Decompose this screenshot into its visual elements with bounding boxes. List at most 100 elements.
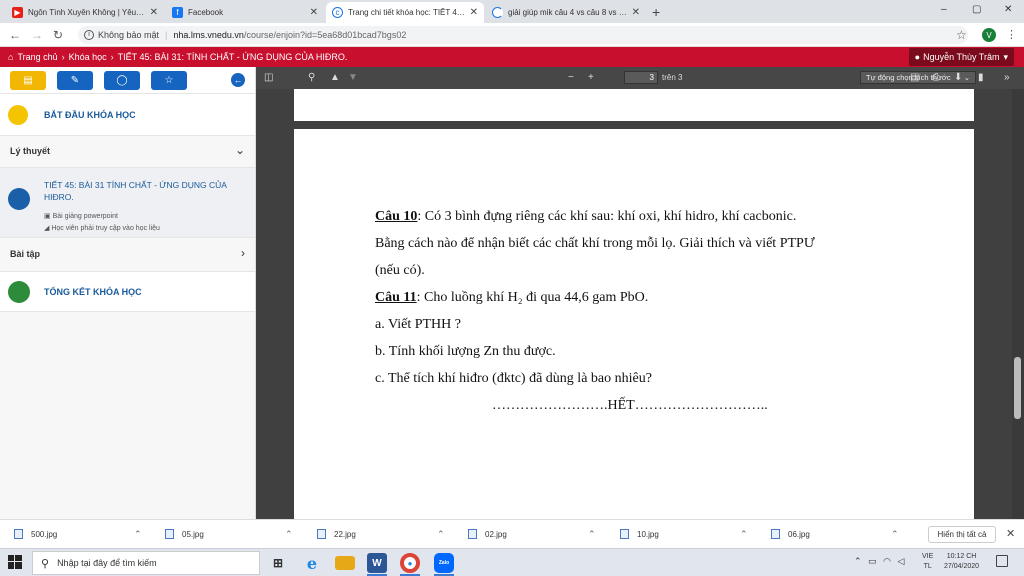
chevron-up-icon[interactable]: ⌃ — [891, 529, 899, 540]
search-icon[interactable]: ⚲ — [308, 72, 315, 83]
download-item[interactable]: 500.jpg — [14, 529, 57, 539]
attachment-button[interactable]: ✎ — [57, 70, 93, 90]
close-window-button[interactable]: ✕ — [1004, 4, 1012, 15]
windows-start-icon[interactable] — [8, 555, 22, 569]
comments-button[interactable]: ◯ — [104, 70, 140, 90]
download-item[interactable]: 02.jpg — [468, 529, 507, 539]
section-exercises[interactable]: Bài tập › — [0, 238, 255, 272]
menu-icon[interactable]: ⋮ — [1006, 28, 1017, 41]
tab-question[interactable]: giải giúp mik câu 4 vs câu 8 vs câu ✕ — [486, 2, 646, 23]
bookmark-icon[interactable]: ▮ — [978, 72, 984, 83]
new-tab-button[interactable]: + — [652, 4, 660, 20]
chevron-up-icon[interactable]: ⌃ — [854, 556, 862, 566]
chevron-up-icon[interactable]: ⌃ — [740, 529, 748, 540]
question-text: : Cho luồng khí H₂ đi qua 44,6 gam PbO. — [416, 290, 649, 305]
zalo-icon[interactable]: Zalo — [434, 553, 454, 573]
battery-icon[interactable]: ▭ — [868, 556, 877, 566]
system-tray[interactable]: ⌃ ▭ ◠ ◁ — [854, 556, 904, 567]
close-icon[interactable]: ✕ — [632, 7, 640, 18]
download-filename: 05.jpg — [182, 529, 204, 539]
forward-arrow-icon[interactable]: → — [31, 28, 43, 42]
word-icon[interactable]: W — [367, 553, 387, 573]
question-11-part-c: c. Thể tích khí hiđro (đktc) đã dùng là … — [375, 371, 652, 386]
download-filename: 10.jpg — [637, 529, 659, 539]
back-arrow-icon[interactable]: ← — [9, 28, 21, 42]
pdf-scrollbar[interactable] — [1012, 89, 1024, 519]
tab-facebook[interactable]: f Facebook ✕ — [166, 2, 324, 23]
chevron-up-icon[interactable]: ⌃ — [285, 529, 293, 540]
book-icon: ▤ — [23, 74, 33, 86]
section-theory[interactable]: Lý thuyết ⌄ — [0, 136, 255, 168]
more-tools-icon[interactable]: » — [1004, 72, 1010, 83]
question-label: Câu 10 — [375, 209, 418, 224]
clock[interactable]: 10:12 CH 27/04/2020 — [944, 552, 979, 572]
star-icon[interactable]: ☆ — [956, 28, 967, 42]
maximize-button[interactable]: ▢ — [972, 4, 981, 15]
close-icon[interactable]: ✕ — [310, 7, 318, 18]
volume-icon[interactable]: ◁ — [897, 556, 904, 566]
close-icon[interactable]: ✕ — [150, 7, 158, 18]
vnedu-icon: c — [332, 7, 343, 18]
address-bar: ← → ↻ i Không bảo mật | nha.lms.vnedu.vn… — [0, 23, 1024, 47]
search-icon: ⚲ — [41, 557, 50, 570]
previous-page-icon[interactable]: ▲ — [330, 72, 340, 83]
download-item[interactable]: 22.jpg — [317, 529, 356, 539]
file-explorer-icon[interactable]: ▬ — [335, 556, 355, 570]
print-icon[interactable]: ⎙ — [932, 72, 940, 83]
reload-icon[interactable]: ↻ — [53, 28, 63, 42]
download-item[interactable]: 10.jpg — [620, 529, 659, 539]
input-language[interactable]: VIE TL — [922, 552, 933, 572]
info-icon[interactable]: i — [84, 30, 94, 40]
page-number-input[interactable]: 3 — [624, 71, 658, 84]
sidebar-toggle-icon[interactable]: ◫ — [264, 72, 273, 83]
tab-youtube[interactable]: ▶ Ngôn Tình Xuyên Không | Yêu Em... ✕ — [6, 2, 164, 23]
breadcrumb-courses[interactable]: Khóa học — [69, 52, 107, 62]
chrome-icon[interactable]: ● — [400, 553, 420, 573]
wifi-icon[interactable]: ◠ — [883, 556, 891, 566]
course-summary-item[interactable]: TỔNG KẾT KHÓA HỌC — [0, 272, 255, 312]
close-icon[interactable]: ✕ — [470, 7, 478, 18]
task-view-icon[interactable]: ⊞ — [268, 553, 288, 573]
notes-button[interactable]: ▤ — [10, 70, 46, 90]
breadcrumb-home[interactable]: Trang chủ — [17, 52, 57, 62]
tab-course-detail[interactable]: c Trang chi tiết khóa học: TIẾT 45: BÀI … — [326, 2, 484, 23]
start-course-item[interactable]: BẮT ĐẦU KHÓA HỌC — [0, 94, 255, 136]
url-host: nha.lms.vnedu.vn — [173, 30, 244, 40]
open-file-icon[interactable]: ▤ — [910, 72, 919, 83]
notification-icon[interactable] — [996, 555, 1008, 567]
show-all-downloads-button[interactable]: Hiển thị tất cả — [928, 526, 996, 543]
question-10-line-1: Câu 10: Có 3 bình đựng riêng các khí sau… — [375, 209, 796, 225]
chevron-up-icon[interactable]: ⌃ — [588, 529, 596, 540]
collapse-sidebar-button[interactable]: ← — [231, 73, 245, 87]
user-menu[interactable]: ● Nguyễn Thùy Trâm ▾ — [908, 48, 1014, 66]
chevron-up-icon[interactable]: ⌃ — [437, 529, 445, 540]
pdf-page: Câu 10: Có 3 bình đựng riêng các khí sau… — [294, 129, 974, 519]
image-file-icon — [165, 529, 174, 539]
download-filename: 22.jpg — [334, 529, 356, 539]
favorite-button[interactable]: ☆ — [151, 70, 187, 90]
lesson-powerpoint[interactable]: ▣ Bài giảng powerpoint — [44, 212, 118, 220]
download-filename: 06.jpg — [788, 529, 810, 539]
next-page-icon[interactable]: ▼ — [348, 72, 358, 83]
close-icon[interactable]: ✕ — [1006, 527, 1015, 540]
course-summary-label: TỔNG KẾT KHÓA HỌC — [44, 287, 142, 297]
download-item[interactable]: 05.jpg — [165, 529, 204, 539]
language-code: VIE — [922, 553, 934, 560]
chevron-right-icon: › — [110, 52, 114, 62]
edge-icon[interactable]: e — [302, 553, 322, 573]
zoom-in-icon[interactable]: + — [588, 72, 594, 83]
zoom-out-icon[interactable]: − — [568, 72, 574, 83]
breadcrumb-current: TIẾT 45: BÀI 31: TÍNH CHẤT - ỨNG DỤNG CỦ… — [117, 52, 348, 62]
download-item[interactable]: 06.jpg — [771, 529, 810, 539]
status-dot-icon — [8, 281, 30, 303]
scrollbar-thumb[interactable] — [1014, 357, 1021, 419]
taskbar-search-input[interactable]: ⚲ Nhập tại đây để tìm kiếm — [32, 551, 260, 575]
end-marker: …………………….HẾT……………………….. — [492, 398, 768, 413]
profile-avatar[interactable]: V — [982, 28, 996, 42]
chevron-up-icon[interactable]: ⌃ — [134, 529, 142, 540]
minimize-button[interactable]: – — [941, 4, 947, 15]
chevron-down-icon: ⌄ — [234, 143, 245, 157]
download-icon[interactable]: ⬇ — [954, 72, 962, 83]
url-input[interactable]: i Không bảo mật | nha.lms.vnedu.vn /cour… — [78, 26, 968, 44]
lesson-item[interactable]: TIẾT 45: BÀI 31 TÍNH CHẤT - ỨNG DỤNG CỦA… — [0, 168, 255, 238]
